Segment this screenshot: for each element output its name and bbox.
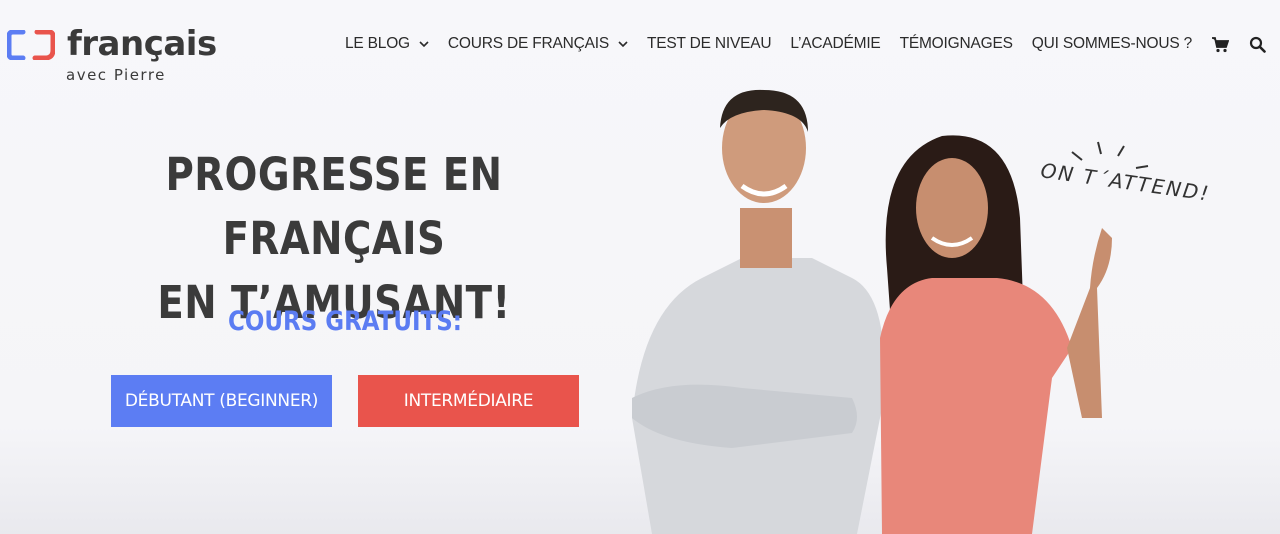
woman-figure <box>880 135 1112 534</box>
nav-item-label: TÉMOIGNAGES <box>899 35 1013 52</box>
beginner-course-button[interactable]: DÉBUTANT (BEGINNER) <box>111 375 332 427</box>
hero-title-line1: PROGRESSE EN FRANÇAIS <box>165 148 503 265</box>
brand-name: français <box>67 24 217 64</box>
brand-tagline: avec Pierre <box>66 66 166 84</box>
nav-item-label: QUI SOMMES-NOUS ? <box>1031 35 1192 52</box>
nav-item-blog[interactable]: LE BLOG <box>345 35 429 53</box>
intermediate-course-button[interactable]: INTERMÉDIAIRE <box>358 375 579 427</box>
hero-subtitle: COURS GRATUITS: <box>228 306 462 337</box>
nav-item-qui-sommes-nous[interactable]: QUI SOMMES-NOUS ? <box>1032 35 1192 53</box>
nav-item-label: COURS DE FRANÇAIS <box>447 35 609 52</box>
chevron-down-icon <box>618 41 628 48</box>
nav-item-temoignages[interactable]: TÉMOIGNAGES <box>900 35 1013 53</box>
logo-mark-icon <box>7 30 55 60</box>
chevron-down-icon <box>419 41 429 48</box>
brand-logo[interactable]: français avec Pierre <box>7 24 217 86</box>
nav-item-cours[interactable]: COURS DE FRANÇAIS <box>448 35 628 53</box>
nav-item-academie[interactable]: L’ACADÉMIE <box>790 35 880 53</box>
main-nav: LE BLOG COURS DE FRANÇAIS TEST DE NIVEAU… <box>326 33 1266 55</box>
search-icon[interactable] <box>1249 36 1266 53</box>
nav-item-test[interactable]: TEST DE NIVEAU <box>647 35 772 53</box>
nav-item-label: L’ACADÉMIE <box>790 35 881 52</box>
man-figure <box>632 89 884 534</box>
nav-item-label: TEST DE NIVEAU <box>647 35 772 52</box>
cart-icon[interactable] <box>1212 36 1229 53</box>
nav-item-label: LE BLOG <box>344 35 410 52</box>
